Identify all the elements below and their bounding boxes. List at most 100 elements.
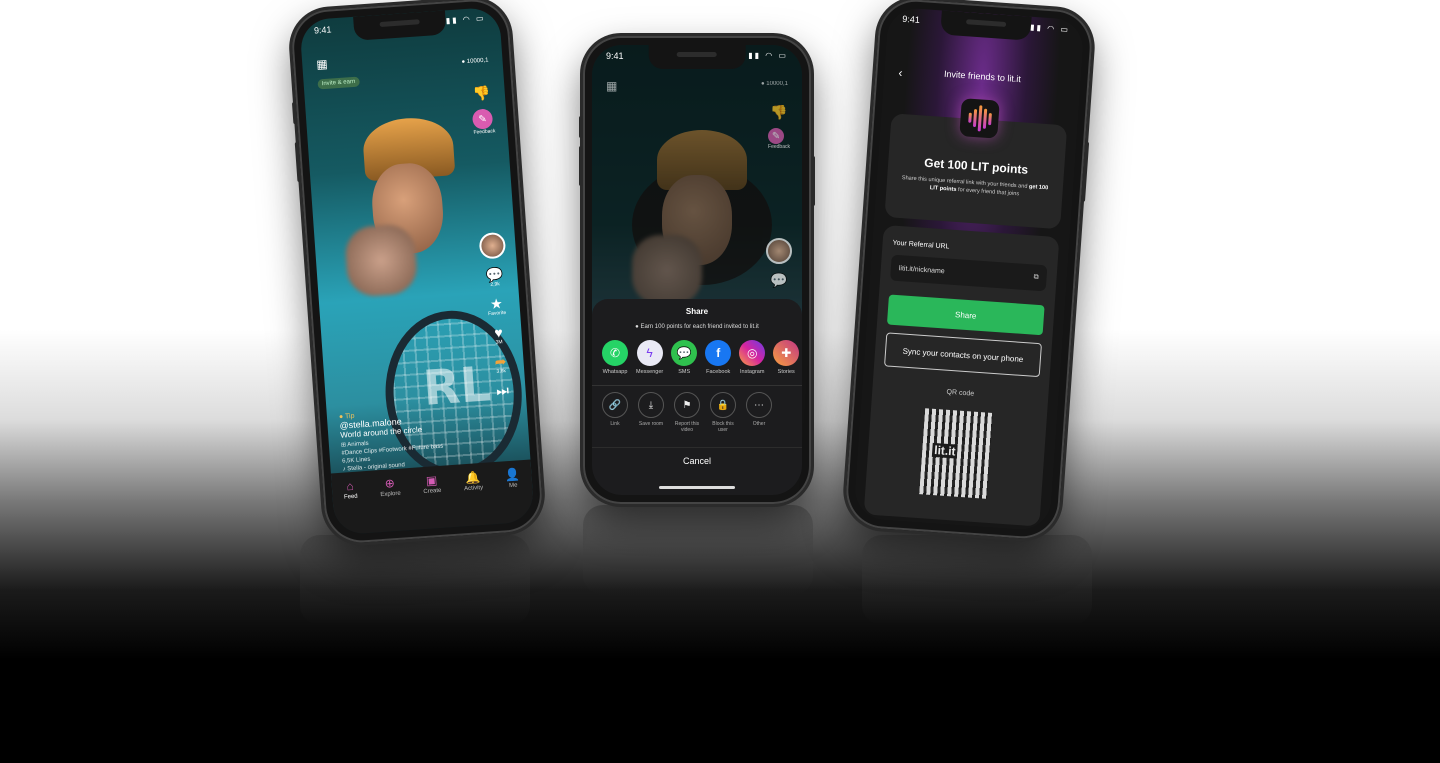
feedback-button[interactable]: ✎ Feedback — [768, 128, 790, 150]
instagram-icon: ◎ — [739, 340, 766, 366]
tab-me[interactable]: 👤 Me — [504, 467, 521, 489]
share-button[interactable]: Share — [886, 294, 1045, 336]
coin-count: 10000,1 — [466, 57, 489, 66]
divider — [592, 385, 802, 386]
feedback-label: Feedback — [768, 144, 790, 150]
side-button — [1080, 141, 1090, 202]
tab-label: Create — [423, 487, 442, 496]
share-sms[interactable]: 💬 SMS — [671, 340, 698, 375]
phone-share: 9:41 ▮▮ ◠ ▭ ▦ ● 10000,1 👎 ✎ Feedback 💬 S… — [579, 36, 815, 504]
share-count: 3,8k — [496, 368, 507, 375]
profile-icon: 👤 — [504, 467, 521, 483]
facebook-icon: f — [705, 340, 732, 366]
share-messenger[interactable]: ϟ Messenger — [636, 340, 663, 375]
feedback-label: Feedback — [473, 128, 496, 136]
more-icon: ⋯ — [746, 392, 772, 418]
share-actions-row: 🔗 Link ⤓ Save room ⚑ Report this video 🔒 Blo… — [592, 392, 802, 433]
creator-avatar[interactable] — [766, 238, 792, 264]
back-chevron-icon[interactable]: ‹ — [898, 66, 903, 80]
bottom-tab-bar: ⌂ Feed ⊕ Explore ▣ Create 🔔 Activity 👤 Me — [330, 459, 535, 536]
share-facebook[interactable]: f Facebook — [705, 340, 732, 375]
copy-icon[interactable]: ⧉ — [1033, 274, 1038, 282]
coin-count: 10000,1 — [766, 81, 788, 87]
skip-icon[interactable]: ⏭ — [496, 382, 510, 399]
share-button[interactable]: ➦ 3,8k — [494, 353, 507, 375]
action-link[interactable]: 🔗 Link — [602, 392, 628, 433]
action-save[interactable]: ⤓ Save room — [638, 392, 664, 433]
side-button — [291, 102, 298, 125]
category-text: Animals — [347, 440, 369, 449]
cancel-button[interactable]: Cancel — [592, 447, 802, 466]
referral-card: Your Referral URL litit.it/nickname ⧉ Sh… — [863, 224, 1060, 527]
side-button — [579, 116, 583, 138]
app-label: Facebook — [706, 369, 731, 375]
coin-balance[interactable]: ● 10000,1 — [761, 81, 788, 87]
tab-feed[interactable]: ⌂ Feed — [343, 479, 358, 501]
action-other[interactable]: ⋯ Other — [746, 392, 772, 433]
dislike-icon[interactable]: 👎 — [770, 105, 787, 119]
coin-balance[interactable]: ● 10000,1 — [461, 58, 488, 66]
download-icon: ⤓ — [638, 392, 664, 418]
app-label: Whatsapp — [602, 369, 628, 375]
favorite-button[interactable]: ★ Favorite — [487, 295, 506, 317]
heart-icon: ♥ — [493, 324, 504, 341]
phone-feed: 9:41 ▮▮ ◠ ▭ ▦ Invite & earn ● 10000,1 RL… — [289, 0, 545, 545]
signal-wifi-battery-icon: ▮▮ ◠ ▭ — [445, 13, 486, 26]
phone-reflection-center — [583, 505, 813, 595]
signal-wifi-battery-icon: ▮▮ ◠ ▭ — [748, 51, 788, 60]
stories-icon: ✚ — [773, 340, 800, 366]
feedback-button[interactable]: ✎ Feedback — [471, 108, 496, 136]
creator-avatar[interactable] — [478, 231, 507, 260]
phone-invite: 9:41 ▮▮ ◠ ▭ Invite friends to lit.it ‹ G… — [843, 0, 1095, 541]
app-label: Stories — [777, 369, 795, 375]
comment-icon[interactable]: 💬 — [770, 273, 787, 287]
side-button — [294, 141, 302, 183]
whatsapp-icon: ✆ — [602, 340, 628, 366]
home-indicator — [659, 486, 735, 489]
referral-url: litit.it/nickname — [898, 264, 945, 275]
dislike-icon[interactable]: 👎 — [472, 84, 491, 101]
action-rail: 👎 ✎ Feedback 💬 — [766, 105, 792, 287]
apps-grid-icon[interactable]: ▦ — [316, 57, 328, 72]
lit-logo-icon — [959, 98, 1000, 139]
action-report[interactable]: ⚑ Report this video — [674, 392, 700, 433]
tab-label: Feed — [343, 493, 358, 501]
apps-grid-icon[interactable]: ▦ — [606, 79, 617, 93]
action-label: Block this user — [712, 421, 734, 433]
share-sheet: Share ● Earn 100 points for each friend … — [592, 299, 802, 495]
video-hand — [343, 223, 419, 298]
share-stories[interactable]: ✚ Stories — [773, 340, 800, 375]
tab-explore[interactable]: ⊕ Explore — [379, 476, 401, 499]
lock-icon: 🔒 — [710, 392, 736, 418]
rail-spacer — [485, 144, 491, 224]
app-label: SMS — [678, 369, 691, 375]
status-time: 9:41 — [901, 13, 921, 25]
reward-description: Share this unique referral link with you… — [900, 174, 1049, 200]
app-label: Instagram — [739, 369, 765, 375]
action-label: Save room — [638, 421, 664, 427]
tab-label: Explore — [380, 490, 401, 499]
comment-button[interactable]: 💬 2,9k — [485, 266, 504, 288]
share-whatsapp[interactable]: ✆ Whatsapp — [602, 340, 628, 375]
action-block[interactable]: 🔒 Block this user — [710, 392, 736, 433]
app-label: Messenger — [636, 369, 664, 375]
share-instagram[interactable]: ◎ Instagram — [739, 340, 766, 375]
qr-code: lit.it — [919, 408, 994, 499]
share-sheet-title: Share — [685, 307, 709, 316]
action-label: Other — [752, 421, 766, 427]
feedback-icon: ✎ — [471, 108, 494, 130]
video-caption: ● Tip @stella.malone World around the ci… — [339, 403, 493, 473]
tab-activity[interactable]: 🔔 Activity — [463, 470, 483, 492]
like-button[interactable]: ♥ 3M — [493, 324, 504, 346]
action-label: Link — [610, 421, 620, 427]
sync-contacts-button[interactable]: Sync your contacts on your phone — [884, 332, 1042, 378]
referral-url-field[interactable]: litit.it/nickname ⧉ — [890, 254, 1048, 292]
share-screen: 9:41 ▮▮ ◠ ▭ ▦ ● 10000,1 👎 ✎ Feedback 💬 S… — [592, 45, 802, 495]
qr-label: QR code — [946, 388, 975, 398]
like-count: 3M — [495, 339, 503, 346]
side-button — [811, 156, 815, 206]
tab-create[interactable]: ▣ Create — [422, 473, 442, 496]
signal-wifi-battery-icon: ▮▮ ◠ ▭ — [1029, 22, 1071, 35]
bell-icon: 🔔 — [464, 470, 481, 486]
feed-screen: 9:41 ▮▮ ◠ ▭ ▦ Invite & earn ● 10000,1 RL… — [299, 6, 535, 536]
